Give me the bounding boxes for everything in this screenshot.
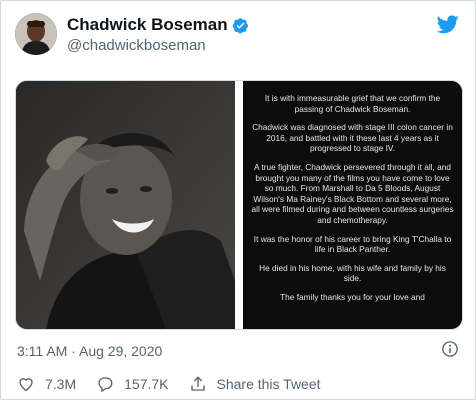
- statement-paragraph: He died in his home, with his wife and f…: [259, 262, 446, 284]
- portrait-photo: [16, 81, 235, 329]
- display-name[interactable]: Chadwick Boseman: [67, 15, 228, 35]
- share-button[interactable]: Share this Tweet: [189, 375, 321, 393]
- twitter-bird-icon[interactable]: [437, 15, 459, 34]
- action-bar: 7.3M 157.7K Share this Tweet: [17, 375, 341, 393]
- tweet-timestamp[interactable]: 3:11 AM · Aug 29, 2020: [17, 343, 162, 359]
- statement-text: It is with immeasurable grief that we co…: [243, 81, 462, 329]
- statement-paragraph: It is with immeasurable grief that we co…: [264, 93, 441, 114]
- reply-button[interactable]: 157.7K: [96, 375, 169, 393]
- avatar[interactable]: [15, 13, 57, 55]
- share-icon: [190, 376, 205, 391]
- info-icon[interactable]: [441, 340, 459, 358]
- reply-icon: [98, 377, 113, 393]
- tweet-card: Chadwick Boseman @chadwickboseman It is …: [0, 0, 476, 400]
- handle[interactable]: @chadwickboseman: [67, 37, 206, 54]
- reply-count: 157.7K: [124, 376, 169, 392]
- like-button[interactable]: 7.3M: [17, 375, 76, 393]
- statement-paragraph: A true fighter, Chadwick persevered thro…: [251, 161, 454, 225]
- statement-paragraph: The family thanks you for your love and: [280, 291, 425, 302]
- statement-paragraph: Chadwick was diagnosed with stage III co…: [252, 122, 453, 154]
- like-count: 7.3M: [45, 376, 77, 392]
- image-divider: [235, 81, 243, 329]
- heart-icon: [19, 378, 33, 392]
- tweet-image[interactable]: It is with immeasurable grief that we co…: [15, 80, 463, 330]
- share-label: Share this Tweet: [216, 376, 321, 392]
- verified-badge-icon: [232, 17, 248, 33]
- statement-paragraph: It was the honor of his career to bring …: [253, 233, 452, 255]
